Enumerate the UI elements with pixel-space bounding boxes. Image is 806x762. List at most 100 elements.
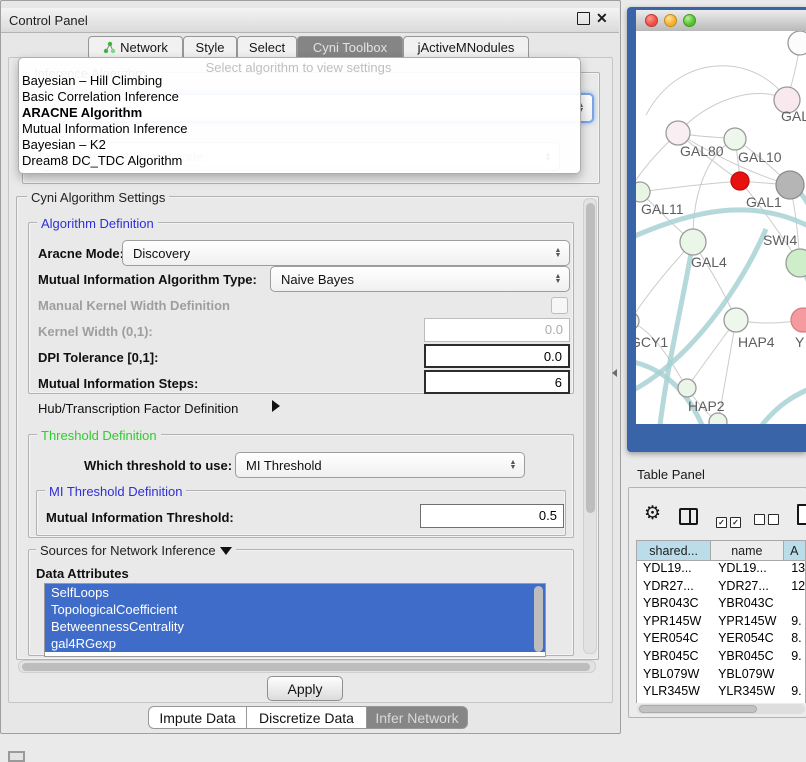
table-row[interactable]: YDL19...YDL19...13 xyxy=(637,561,805,579)
node-table: shared... name A YDL19...YDL19...13 YDR2… xyxy=(636,540,806,703)
expand-arrow-icon[interactable] xyxy=(272,400,280,412)
manual-kernel-width-label: Manual Kernel Width Definition xyxy=(38,298,230,313)
table-body[interactable]: YDL19...YDL19...13 YDR27...YDR27...12 YB… xyxy=(636,561,806,703)
mi-threshold-field[interactable]: 0.5 xyxy=(420,504,564,528)
svg-text:GAL80: GAL80 xyxy=(680,143,724,159)
tab-discretize-data[interactable]: Discretize Data xyxy=(246,706,366,729)
mi-steps-field[interactable]: 6 xyxy=(424,370,570,394)
split-panel-icon[interactable] xyxy=(679,508,698,525)
collapse-arrow-icon xyxy=(220,547,232,555)
data-attributes-list[interactable]: SelfLoops TopologicalCoefficient Between… xyxy=(44,583,546,657)
svg-text:SWI4: SWI4 xyxy=(763,232,797,248)
table-row[interactable]: YER054CYER054C8. xyxy=(637,631,805,649)
threshold-definition-title: Threshold Definition xyxy=(37,428,161,443)
panel-splitter-handle[interactable] xyxy=(612,369,617,377)
control-panel-title: Control Panel xyxy=(9,13,88,28)
tab-style[interactable]: Style xyxy=(183,36,237,57)
svg-text:GAL11: GAL11 xyxy=(641,201,684,217)
float-window-icon[interactable] xyxy=(577,12,590,25)
network-icon xyxy=(103,41,116,54)
tab-infer-network[interactable]: Infer Network xyxy=(366,706,468,729)
dropdown-item[interactable]: Bayesian – K2 xyxy=(22,137,572,153)
hub-definition-label: Hub/Transcription Factor Definition xyxy=(38,401,238,416)
minimize-traffic-light[interactable] xyxy=(664,14,677,27)
control-panel-titlebar[interactable] xyxy=(1,8,619,33)
tab-jactivemnodules[interactable]: jActiveMNodules xyxy=(403,36,529,57)
table-row[interactable]: YIL052CYIL052C9 xyxy=(637,702,805,703)
close-traffic-light[interactable] xyxy=(645,14,658,27)
table-row[interactable]: YPR145WYPR145W9. xyxy=(637,614,805,632)
combo-arrows-icon: ▲▼ xyxy=(550,248,566,258)
aracne-mode-label: Aracne Mode: xyxy=(38,246,124,261)
svg-text:HAP2: HAP2 xyxy=(688,398,725,414)
svg-text:GAL10: GAL10 xyxy=(738,149,782,165)
tab-select[interactable]: Select xyxy=(237,36,297,57)
combo-arrows-icon: ▲▼ xyxy=(505,460,521,470)
table-hscrollbar-thumb[interactable] xyxy=(639,705,757,713)
algorithm-definition-title: Algorithm Definition xyxy=(37,216,158,231)
list-item-selected[interactable]: SelfLoops xyxy=(45,584,545,601)
network-canvas[interactable]: GAL GAL80 GAL10 GAL1 GAL11 SWI4 GAL4 GCY1 HAP4 Y H… xyxy=(636,31,806,424)
minimized-window-icon[interactable] xyxy=(8,751,25,762)
dropdown-item[interactable]: Mutual Information Inference xyxy=(22,121,572,137)
apply-button[interactable]: Apply xyxy=(267,676,343,701)
table-row[interactable]: YBR043CYBR043C xyxy=(637,596,805,614)
dropdown-item[interactable]: Bayesian – Hill Climbing xyxy=(22,73,572,89)
svg-text:Y: Y xyxy=(795,334,805,350)
settings-vscrollbar[interactable] xyxy=(583,198,597,654)
kernel-width-label: Kernel Width (0,1): xyxy=(38,324,153,339)
svg-text:GCY1: GCY1 xyxy=(636,334,668,350)
export-table-icon[interactable] xyxy=(797,504,806,525)
dpi-tolerance-field[interactable]: 0.0 xyxy=(424,344,570,368)
dropdown-item[interactable]: Basic Correlation Inference xyxy=(22,89,572,105)
settings-hscrollbar-thumb[interactable] xyxy=(22,663,590,671)
deselect-all-columns-icon[interactable] xyxy=(754,512,782,530)
settings-hscrollbar[interactable] xyxy=(18,660,596,673)
table-header-row: shared... name A xyxy=(636,540,806,561)
mi-threshold-label: Mutual Information Threshold: xyxy=(46,510,234,525)
settings-vscrollbar-thumb[interactable] xyxy=(586,203,595,513)
column-header-shared-name[interactable]: shared... xyxy=(637,541,711,560)
svg-text:GAL4: GAL4 xyxy=(691,254,727,270)
tab-impute-data[interactable]: Impute Data xyxy=(148,706,246,729)
gear-icon[interactable]: ⚙ xyxy=(644,505,661,523)
dpi-tolerance-label: DPI Tolerance [0,1]: xyxy=(38,350,158,365)
select-all-columns-icon[interactable]: ✓✓ xyxy=(716,512,744,530)
which-threshold-combo[interactable]: MI Threshold ▲▼ xyxy=(235,452,525,478)
tab-cyni-toolbox[interactable]: Cyni Toolbox xyxy=(297,36,403,57)
list-item-selected[interactable]: BetweennessCentrality xyxy=(45,618,545,635)
column-header-name[interactable]: name xyxy=(711,541,783,560)
svg-text:GAL1: GAL1 xyxy=(746,194,782,210)
table-row[interactable]: YLR345WYLR345W9. xyxy=(637,684,805,702)
mi-algorithm-type-combo[interactable]: Naive Bayes ▲▼ xyxy=(270,266,570,292)
svg-text:HAP4: HAP4 xyxy=(738,334,775,350)
mi-steps-label: Mutual Information Steps: xyxy=(38,376,198,391)
dropdown-item-highlighted[interactable]: ARACNE Algorithm xyxy=(22,105,572,121)
combo-arrows-icon: ▲▼ xyxy=(550,274,566,284)
mi-threshold-group-title: MI Threshold Definition xyxy=(45,484,186,499)
zoom-traffic-light[interactable] xyxy=(683,14,696,27)
network-graph: GAL GAL80 GAL10 GAL1 GAL11 SWI4 GAL4 GCY1 HAP4 Y H… xyxy=(636,31,806,424)
sources-group-title[interactable]: Sources for Network Inference xyxy=(36,543,236,558)
table-panel-title: Table Panel xyxy=(637,467,705,482)
manual-kernel-width-checkbox[interactable] xyxy=(551,297,568,314)
list-item-selected[interactable]: TopologicalCoefficient xyxy=(45,601,545,618)
mi-algorithm-type-label: Mutual Information Algorithm Type: xyxy=(38,272,257,287)
dropdown-item[interactable]: Dream8 DC_TDC Algorithm xyxy=(22,153,572,169)
tab-network[interactable]: Network xyxy=(88,36,183,57)
table-row[interactable]: YDR27...YDR27...12 xyxy=(637,579,805,597)
list-item-selected[interactable]: gal4RGexp xyxy=(45,635,545,652)
cyni-algorithm-settings-title: Cyni Algorithm Settings xyxy=(27,190,169,205)
which-threshold-label: Which threshold to use: xyxy=(84,458,232,473)
kernel-width-field[interactable]: 0.0 xyxy=(424,318,570,342)
aracne-mode-combo[interactable]: Discovery ▲▼ xyxy=(122,240,570,266)
table-row[interactable]: YBL079WYBL079W xyxy=(637,667,805,685)
table-row[interactable]: YBR045CYBR045C9. xyxy=(637,649,805,667)
svg-text:GAL: GAL xyxy=(781,108,806,124)
table-hscrollbar[interactable] xyxy=(637,704,805,714)
column-header-a[interactable]: A xyxy=(784,541,805,560)
list-vscrollbar-thumb[interactable] xyxy=(534,586,543,652)
data-attributes-label: Data Attributes xyxy=(36,566,129,581)
network-window-titlebar[interactable] xyxy=(636,10,806,32)
close-icon[interactable]: ✕ xyxy=(596,10,608,27)
